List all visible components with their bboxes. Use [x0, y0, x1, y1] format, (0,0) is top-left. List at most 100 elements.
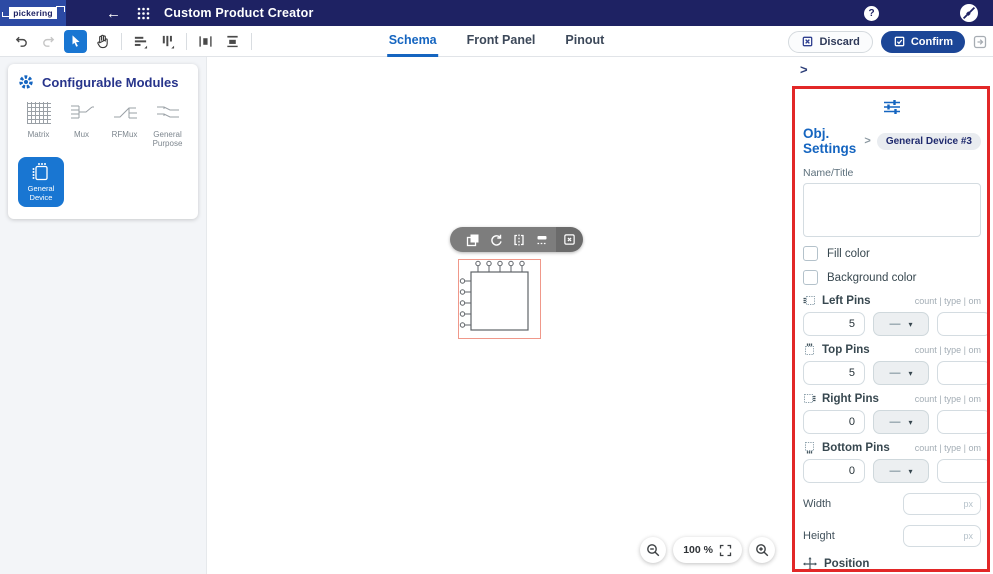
module-palette: Matrix Mux RFMux General Purpose: [18, 100, 188, 148]
zoom-in-button[interactable]: [749, 537, 775, 563]
module-label: General Purpose: [152, 130, 183, 149]
settings-panel: > Obj. Settings > General Device #3 Name…: [790, 57, 993, 574]
right-pins-extra-input[interactable]: [937, 410, 987, 434]
name-title-label: Name/Title: [803, 167, 854, 179]
right-pins-count-input[interactable]: [803, 410, 865, 434]
height-input[interactable]: px: [903, 525, 981, 547]
left-pins-count-input[interactable]: [803, 312, 865, 336]
object-context-toolbar: [450, 227, 583, 252]
logo-trace-decoration: [56, 6, 65, 12]
delete-icon[interactable]: [556, 227, 583, 252]
module-item-matrix[interactable]: Matrix: [18, 100, 59, 148]
width-input[interactable]: px: [903, 493, 981, 515]
module-item-rfmux[interactable]: RFMux: [104, 100, 145, 148]
left-pins-group: Left Pins count | type | om — ▾: [803, 294, 987, 336]
toolbar-separator: [251, 32, 252, 50]
bottom-pins-group: Bottom Pins count | type | om — ▾: [803, 441, 987, 483]
chevron-down-icon: ▾: [908, 368, 913, 378]
module-item-mux[interactable]: Mux: [61, 100, 102, 148]
tab-schema[interactable]: Schema: [386, 26, 439, 57]
top-pins-count-input[interactable]: [803, 361, 865, 385]
module-label: Mux: [73, 130, 90, 139]
fill-color-checkbox-row[interactable]: Fill color: [803, 246, 981, 261]
right-pins-icon: [804, 394, 816, 403]
duplicate-icon[interactable]: [461, 227, 484, 252]
disabled-edit-icon[interactable]: [959, 3, 979, 23]
page-title: Custom Product Creator: [164, 6, 314, 20]
move-icon: [803, 557, 817, 569]
width-row: Width px: [803, 493, 981, 515]
schema-canvas[interactable]: 100 %: [207, 57, 790, 574]
pin-group-hint: count | type | om: [914, 393, 981, 404]
pin-group-label: Left Pins: [822, 294, 871, 307]
discard-icon: [803, 36, 813, 47]
object-settings-highlighted-region: Obj. Settings > General Device #3 Name/T…: [792, 86, 990, 572]
view-tabs: Schema Front Panel Pinout: [386, 26, 607, 57]
left-pins-type-select[interactable]: — ▾: [873, 312, 929, 336]
selected-type: —: [889, 318, 901, 330]
zoom-out-button[interactable]: [640, 537, 667, 563]
selected-type: —: [889, 367, 901, 379]
breadcrumb-root[interactable]: Obj. Settings: [803, 126, 858, 156]
rotate-icon[interactable]: [484, 227, 507, 252]
top-pins-extra-input[interactable]: [937, 361, 987, 385]
breadcrumb: Obj. Settings > General Device #3: [803, 126, 981, 156]
tab-front-panel[interactable]: Front Panel: [465, 26, 538, 57]
flip-horizontal-icon[interactable]: [507, 227, 530, 252]
align-vertical-menu-button[interactable]: [156, 30, 179, 53]
pan-hand-tool-button[interactable]: [91, 30, 114, 53]
rfmux-icon: [112, 100, 138, 126]
selected-type: —: [889, 465, 901, 477]
pickering-logo: pickering: [0, 0, 66, 26]
module-item-general-device-selected[interactable]: General Device: [18, 157, 64, 208]
chevron-down-icon: ▾: [908, 319, 913, 329]
height-label: Height: [803, 530, 835, 542]
name-title-input[interactable]: [803, 183, 981, 237]
selected-device-object[interactable]: [458, 259, 541, 339]
bottom-pins-type-select[interactable]: — ▾: [873, 459, 929, 483]
zoom-level-value: 100 %: [683, 544, 713, 556]
edit-toolbar: Schema Front Panel Pinout Discard Confir…: [0, 26, 993, 57]
apps-grid-icon[interactable]: [137, 7, 150, 20]
custom-product-creator-app: pickering ← Custom Product Creator ? Sch…: [0, 0, 993, 574]
top-pins-icon: [805, 343, 814, 355]
gear-icon: [19, 75, 33, 89]
chevron-down-icon: ▾: [908, 417, 913, 427]
align-horizontal-menu-button[interactable]: [129, 30, 152, 53]
bottom-pins-extra-input[interactable]: [937, 459, 987, 483]
module-label: RFMux: [111, 130, 138, 139]
toolbar-separator: [121, 32, 122, 50]
modules-title: Configurable Modules: [42, 74, 179, 90]
undo-button[interactable]: [10, 30, 33, 53]
distribute-horizontal-button[interactable]: [194, 30, 217, 53]
tab-pinout[interactable]: Pinout: [563, 26, 606, 57]
zoom-level-indicator: 100 %: [673, 537, 742, 563]
distribute-vertical-button[interactable]: [221, 30, 244, 53]
fit-to-screen-icon[interactable]: [719, 544, 732, 557]
background-color-checkbox[interactable]: [803, 270, 818, 285]
select-tool-button[interactable]: [64, 29, 87, 53]
bottom-pins-count-input[interactable]: [803, 459, 865, 483]
background-color-checkbox-row[interactable]: Background color: [803, 270, 981, 285]
discard-button[interactable]: Discard: [788, 30, 873, 53]
width-label: Width: [803, 498, 832, 510]
fill-color-label: Fill color: [827, 247, 870, 260]
confirm-button[interactable]: Confirm: [880, 30, 965, 53]
right-pins-group: Right Pins count | type | om — ▾: [803, 392, 987, 434]
modules-sidebar: Configurable Modules Matrix Mux RFMux Ge…: [0, 57, 207, 574]
matrix-icon: [26, 100, 51, 126]
top-pins-type-select[interactable]: — ▾: [873, 361, 929, 385]
collapse-panel-icon[interactable]: >: [800, 62, 808, 77]
redo-button[interactable]: [37, 30, 60, 53]
flip-vertical-icon[interactable]: [530, 227, 553, 252]
left-pins-extra-input[interactable]: [937, 312, 987, 336]
back-arrow-icon[interactable]: ←: [106, 6, 121, 21]
right-pins-type-select[interactable]: — ▾: [873, 410, 929, 434]
fill-color-checkbox[interactable]: [803, 246, 818, 261]
general-purpose-icon: [155, 100, 181, 126]
module-item-general-purpose[interactable]: General Purpose: [147, 100, 188, 148]
px-unit-label: px: [963, 499, 973, 509]
expand-panel-icon[interactable]: [973, 35, 987, 49]
px-unit-label: px: [963, 531, 973, 541]
help-icon[interactable]: ?: [864, 5, 879, 21]
